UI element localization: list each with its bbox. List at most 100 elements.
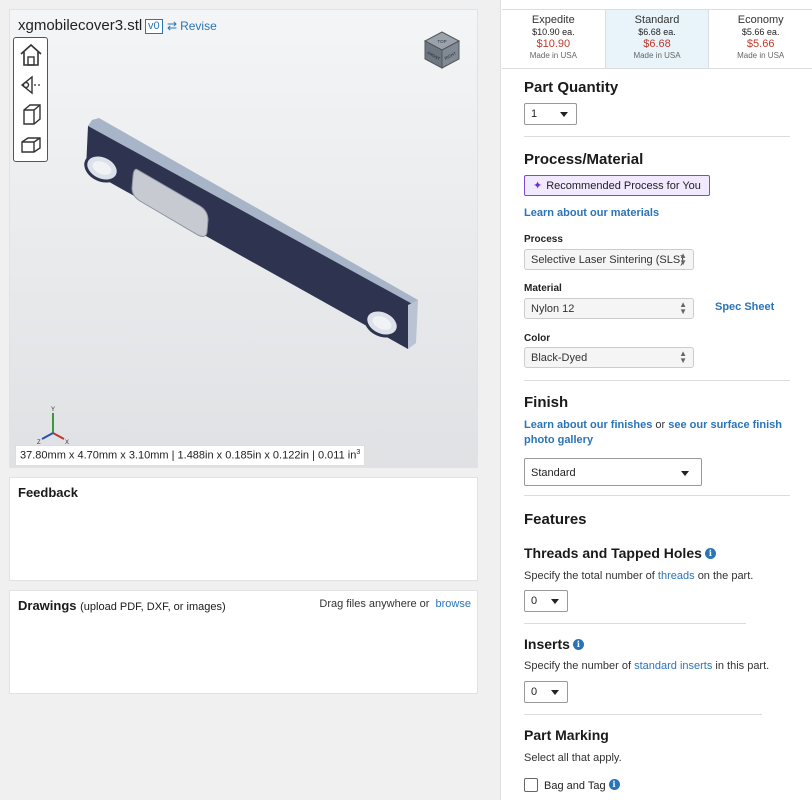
bag-and-tag-option[interactable]: Bag and Tag i: [524, 778, 620, 792]
tier-each-price: $5.66 ea.: [741, 27, 780, 37]
inserts-desc-post: in this part.: [715, 660, 770, 672]
feedback-title: Feedback: [18, 485, 78, 500]
lead-time-tiers: Expedite $10.90 ea. $10.90 Made in USA S…: [502, 9, 812, 69]
finish-value: Standard: [531, 467, 576, 479]
standard-inserts-link[interactable]: standard inserts: [634, 660, 712, 672]
info-icon[interactable]: i: [704, 548, 716, 559]
tier-made-in: Made in USA: [737, 51, 785, 60]
dimensions-text: 37.80mm x 4.70mm x 3.10mm | 1.488in x 0.…: [20, 449, 357, 462]
inserts-value: 0: [531, 686, 538, 698]
quantity-value: 1: [531, 108, 538, 120]
feedback-panel[interactable]: Feedback: [9, 477, 478, 581]
bag-and-tag-checkbox[interactable]: [524, 778, 538, 792]
spec-sheet-link[interactable]: Spec Sheet: [715, 301, 774, 313]
viewer-toolbar: [13, 37, 48, 162]
inserts-heading-text: Inserts: [524, 636, 570, 652]
browse-link[interactable]: browse: [436, 598, 471, 610]
learn-materials-link[interactable]: Learn about our materials: [524, 207, 659, 219]
process-label: Process: [524, 234, 563, 245]
axis-triad-icon: Y X Z: [37, 407, 69, 445]
quantity-select[interactable]: 1: [524, 103, 577, 125]
caret-down-icon: [551, 599, 559, 604]
quote-options-panel: Expedite $10.90 ea. $10.90 Made in USA S…: [500, 0, 812, 800]
part-marking-heading: Part Marking: [524, 727, 609, 743]
material-select[interactable]: Nylon 12 ▲ ▼: [524, 298, 694, 319]
quantity-heading: Part Quantity: [524, 79, 619, 96]
threads-value: 0: [531, 595, 538, 607]
recommended-process-button[interactable]: ✦ Recommended Process for You: [524, 175, 710, 196]
model-viewer[interactable]: xgmobilecover3.stl v0 ⇄ Revise TOP FRONT…: [9, 9, 478, 468]
process-select[interactable]: Selective Laser Sintering (SLS) ▲ ▼: [524, 249, 694, 270]
drag-text: Drag files anywhere or: [319, 598, 430, 610]
finish-or: or: [655, 419, 666, 431]
bag-and-tag-label: Bag and Tag: [544, 780, 606, 792]
revise-label: Revise: [180, 19, 217, 33]
color-value: Black-Dyed: [531, 352, 588, 364]
drawings-title: Drawings (upload PDF, DXF, or images): [18, 598, 226, 613]
threads-select[interactable]: 0: [524, 590, 568, 612]
tier-price: $5.66: [746, 38, 775, 50]
color-select[interactable]: Black-Dyed ▲ ▼: [524, 347, 694, 368]
sparkle-icon: ✦: [533, 180, 543, 192]
caret-down-icon: [560, 112, 568, 117]
features-heading: Features: [524, 511, 587, 528]
learn-finishes-link[interactable]: Learn about our finishes: [524, 419, 652, 431]
drag-drop-hint: Drag files anywhere or browse: [319, 598, 471, 610]
view-cube[interactable]: TOP FRONT RIGHT: [422, 30, 462, 70]
tier-economy[interactable]: Economy $5.66 ea. $5.66 Made in USA: [709, 10, 812, 68]
caret-down-icon: [551, 690, 559, 695]
tier-price: $10.90: [536, 38, 571, 50]
tier-made-in: Made in USA: [529, 51, 577, 60]
axis-y-label: Y: [51, 407, 55, 413]
updown-icon: ▲ ▼: [679, 251, 687, 267]
tier-each-price: $6.68 ea.: [638, 27, 676, 37]
home-icon[interactable]: [18, 42, 44, 68]
swap-arrows-icon: ⇄: [167, 19, 178, 33]
finish-select[interactable]: Standard: [524, 458, 702, 486]
divider: [524, 714, 762, 715]
left-panel: xgmobilecover3.stl v0 ⇄ Revise TOP FRONT…: [0, 0, 490, 800]
inserts-heading: Inserts i: [524, 636, 584, 652]
tier-each-price: $10.90 ea.: [532, 27, 575, 37]
solid-box-icon[interactable]: [18, 132, 44, 158]
finish-heading: Finish: [524, 394, 569, 411]
file-name: xgmobilecover3.stl: [18, 17, 143, 34]
updown-icon: ▲ ▼: [679, 349, 687, 365]
info-icon[interactable]: i: [608, 779, 620, 790]
divider: [524, 136, 790, 137]
process-value: Selective Laser Sintering (SLS): [531, 254, 684, 266]
model-render[interactable]: [10, 10, 479, 469]
threads-link[interactable]: threads: [658, 570, 695, 582]
divider: [524, 495, 790, 496]
process-material-heading: Process/Material: [524, 151, 644, 168]
tier-standard[interactable]: Standard $6.68 ea. $6.68 Made in USA: [605, 10, 710, 68]
wireframe-cube-icon[interactable]: [18, 102, 44, 128]
part-marking-description: Select all that apply.: [524, 752, 622, 764]
drawings-panel[interactable]: Drawings (upload PDF, DXF, or images) Dr…: [9, 590, 478, 694]
tier-made-in: Made in USA: [633, 51, 681, 60]
material-label: Material: [524, 283, 562, 294]
color-label: Color: [524, 333, 551, 344]
dimensions-exponent: 3: [356, 449, 361, 456]
inserts-desc-pre: Specify the number of: [524, 660, 632, 672]
material-value: Nylon 12: [531, 303, 575, 315]
divider: [524, 380, 790, 381]
threads-heading-text: Threads and Tapped Holes: [524, 545, 702, 561]
viewcube-top-label: TOP: [437, 39, 446, 44]
inserts-select[interactable]: 0: [524, 681, 568, 703]
perspective-eye-icon[interactable]: [18, 72, 44, 98]
drawings-subtitle: (upload PDF, DXF, or images): [80, 601, 226, 613]
tier-name: Expedite: [531, 14, 575, 26]
version-badge[interactable]: v0: [145, 19, 163, 34]
threads-heading: Threads and Tapped Holes i: [524, 545, 716, 561]
caret-down-icon: [681, 471, 689, 476]
revise-link[interactable]: ⇄ Revise: [167, 19, 217, 33]
drawings-heading: Drawings: [18, 598, 77, 613]
recommended-label: Recommended Process for You: [546, 180, 701, 192]
threads-desc-pre: Specify the total number of: [524, 570, 655, 582]
info-icon[interactable]: i: [572, 639, 584, 650]
inserts-description: Specify the number of standard inserts i…: [524, 660, 769, 672]
tier-expedite[interactable]: Expedite $10.90 ea. $10.90 Made in USA: [502, 10, 606, 68]
finish-links: Learn about our finishes or see our surf…: [524, 418, 796, 448]
updown-icon: ▲ ▼: [679, 300, 687, 316]
